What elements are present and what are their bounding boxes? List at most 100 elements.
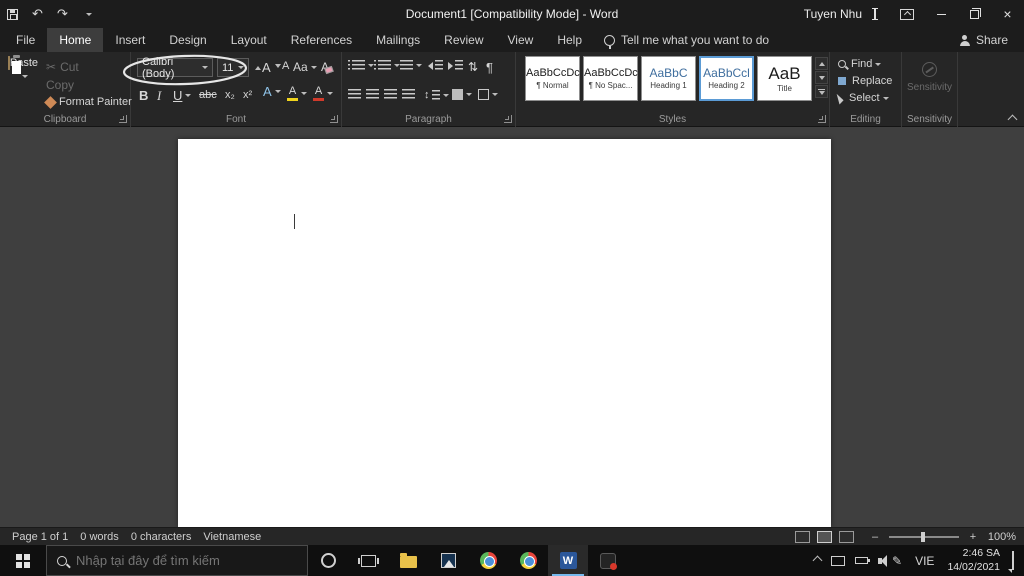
clipboard-dialog-launcher[interactable] <box>119 115 127 123</box>
zoom-out-button[interactable]: – <box>868 531 882 543</box>
strikethrough-button[interactable]: abc <box>199 89 217 101</box>
styles-gallery-up-button[interactable] <box>815 57 828 70</box>
numbering-button[interactable] <box>374 60 400 71</box>
collapse-ribbon-button[interactable] <box>1007 114 1018 125</box>
font-dialog-launcher[interactable] <box>330 115 338 123</box>
taskbar-clock[interactable]: 2:46 SA 14/02/2021 <box>939 547 1008 573</box>
shading-button[interactable] <box>452 89 472 100</box>
increase-indent-button[interactable] <box>448 60 463 71</box>
tab-design[interactable]: Design <box>157 28 218 52</box>
shrink-font-button[interactable]: A <box>275 60 289 72</box>
underline-button[interactable]: U <box>173 88 191 103</box>
tab-home[interactable]: Home <box>47 28 104 52</box>
web-layout-button[interactable] <box>839 530 854 543</box>
document-page[interactable] <box>178 139 831 527</box>
tab-layout[interactable]: Layout <box>219 28 279 52</box>
sort-button[interactable]: ⇅ <box>468 60 478 74</box>
format-painter-button[interactable]: Format Painter <box>44 95 132 109</box>
text-effects-button[interactable]: A <box>263 85 281 98</box>
file-explorer-button[interactable] <box>388 545 428 576</box>
share-button[interactable]: Share <box>959 28 1024 52</box>
search-input[interactable] <box>76 553 276 568</box>
tab-references[interactable]: References <box>279 28 364 52</box>
taskbar-search-box[interactable] <box>46 545 308 576</box>
select-button[interactable]: Select <box>836 92 889 104</box>
action-center-button[interactable] <box>1008 550 1024 570</box>
save-button[interactable] <box>0 0 25 28</box>
justify-button[interactable] <box>402 89 415 100</box>
font-size-combobox[interactable]: 11 <box>217 58 249 77</box>
superscript-button[interactable]: x² <box>243 89 252 101</box>
align-left-button[interactable] <box>348 89 361 100</box>
borders-button[interactable] <box>478 89 498 100</box>
replace-button[interactable]: Replace <box>838 75 892 87</box>
print-layout-button[interactable] <box>817 530 832 543</box>
style-card-heading1[interactable]: AaBbC Heading 1 <box>641 56 696 101</box>
multilevel-list-button[interactable] <box>400 60 422 71</box>
tab-help[interactable]: Help <box>545 28 594 52</box>
paste-button[interactable]: Paste <box>5 56 41 121</box>
sensitivity-button[interactable]: Sensitivity <box>902 62 957 93</box>
bold-button[interactable]: B <box>139 88 148 103</box>
start-button[interactable] <box>0 545 46 576</box>
clear-formatting-button[interactable]: A <box>321 60 329 74</box>
tab-review[interactable]: Review <box>432 28 495 52</box>
media-player-button[interactable] <box>588 545 628 576</box>
character-count[interactable]: 0 characters <box>131 531 192 543</box>
align-right-button[interactable] <box>384 89 397 100</box>
volume-tray-button[interactable] <box>873 545 888 576</box>
language-indicator[interactable]: Vietnamese <box>203 531 261 543</box>
subscript-button[interactable]: x₂ <box>225 89 235 101</box>
style-card-normal[interactable]: AaBbCcDc ¶ Normal <box>525 56 580 101</box>
highlight-color-button[interactable]: A <box>287 86 307 101</box>
styles-dialog-launcher[interactable] <box>818 115 826 123</box>
chrome-button[interactable] <box>468 545 508 576</box>
read-mode-button[interactable] <box>795 530 810 543</box>
language-switcher[interactable]: VIE <box>910 545 939 576</box>
tab-view[interactable]: View <box>496 28 546 52</box>
show-paragraph-marks-button[interactable]: ¶ <box>486 60 493 75</box>
tab-file[interactable]: File <box>4 28 47 52</box>
style-card-heading2[interactable]: AaBbCcl Heading 2 <box>699 56 754 101</box>
show-hidden-icons-button[interactable] <box>809 545 826 576</box>
customize-quick-access-button[interactable] <box>75 0 100 28</box>
grow-font-button[interactable]: A <box>255 60 271 75</box>
tab-mailings[interactable]: Mailings <box>364 28 432 52</box>
zoom-slider-thumb[interactable] <box>921 531 925 542</box>
minimize-button[interactable] <box>925 0 958 28</box>
font-name-combobox[interactable]: Calibri (Body) <box>137 56 213 80</box>
redo-button[interactable]: ↷ <box>50 0 75 28</box>
copy-button[interactable]: Copy <box>46 78 74 92</box>
browser-button[interactable] <box>508 545 548 576</box>
font-color-button[interactable]: A <box>313 86 333 101</box>
close-button[interactable]: × <box>991 0 1024 28</box>
battery-tray-button[interactable] <box>850 545 873 576</box>
ribbon-display-options-button[interactable] <box>892 0 925 28</box>
zoom-slider[interactable] <box>889 531 959 542</box>
task-view-button[interactable] <box>348 545 388 576</box>
line-spacing-button[interactable]: ↕ <box>424 89 449 101</box>
styles-gallery-down-button[interactable] <box>815 71 828 84</box>
user-name[interactable]: Tuyen Nhu <box>804 7 862 21</box>
display-tray-button[interactable] <box>826 545 850 576</box>
pen-tray-button[interactable]: ✎ <box>887 545 910 576</box>
paragraph-dialog-launcher[interactable] <box>504 115 512 123</box>
tell-me-box[interactable]: Tell me what you want to do <box>604 28 769 52</box>
photos-button[interactable] <box>428 545 468 576</box>
page-indicator[interactable]: Page 1 of 1 <box>12 531 68 543</box>
align-center-button[interactable] <box>366 89 379 100</box>
style-card-no-spacing[interactable]: AaBbCcDc ¶ No Spac... <box>583 56 638 101</box>
tab-insert[interactable]: Insert <box>103 28 157 52</box>
bullets-button[interactable] <box>348 60 374 71</box>
italic-button[interactable]: I <box>157 88 161 104</box>
zoom-in-button[interactable]: + <box>966 531 980 543</box>
cortana-button[interactable] <box>308 545 348 576</box>
cut-button[interactable]: ✂ Cut <box>46 60 79 74</box>
style-card-title[interactable]: AaB Title <box>757 56 812 101</box>
word-taskbar-button[interactable]: W <box>548 545 588 576</box>
decrease-indent-button[interactable] <box>428 60 443 71</box>
change-case-button[interactable]: Aa <box>293 60 317 74</box>
zoom-level[interactable]: 100% <box>980 531 1016 543</box>
styles-gallery-more-button[interactable] <box>815 85 828 98</box>
find-button[interactable]: Find <box>838 58 881 70</box>
